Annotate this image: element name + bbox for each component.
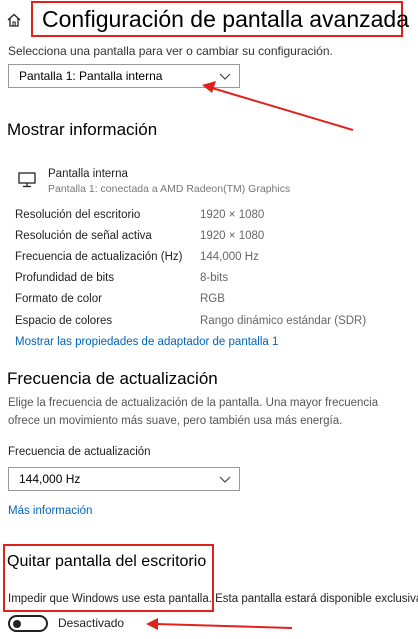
annotation-arrow bbox=[146, 618, 293, 630]
